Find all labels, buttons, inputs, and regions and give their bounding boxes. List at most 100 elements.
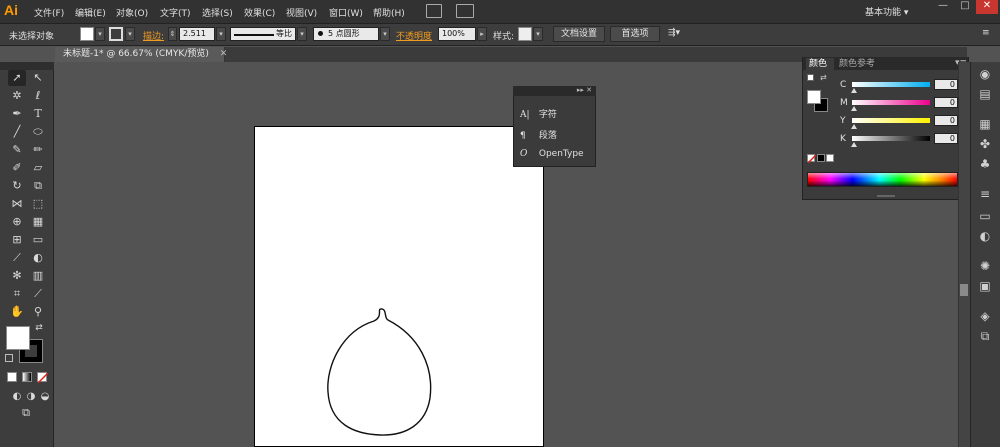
channel-m-value[interactable]: 0 <box>934 97 958 108</box>
menu-view[interactable]: 视图(V) <box>286 6 317 19</box>
panel-item-paragraph[interactable]: ¶ 段落 <box>520 128 557 141</box>
color-panel-fill-box[interactable] <box>807 90 821 104</box>
hand-tool[interactable]: ✋ <box>8 304 26 320</box>
gradient-mode-icon[interactable] <box>22 372 32 382</box>
none-swatch-icon[interactable] <box>807 154 816 163</box>
channel-y-slider[interactable] <box>852 118 930 123</box>
paintbrush-tool[interactable]: ✎ <box>8 142 26 158</box>
bridge-icon[interactable] <box>426 4 442 18</box>
artboard-tool[interactable]: ⌗ <box>8 286 26 302</box>
arrange-documents-icon[interactable] <box>456 4 474 18</box>
shape-builder-tool[interactable]: ⊕ <box>8 214 26 230</box>
width-tool[interactable]: ⋈ <box>8 196 26 212</box>
appearance-icon[interactable]: ✺ <box>976 258 994 274</box>
swap-fill-stroke-icon[interactable]: ⇄ <box>33 322 45 334</box>
tools-panel-grip[interactable] <box>0 62 54 70</box>
channel-k-slider[interactable] <box>852 136 930 141</box>
stroke-swatch[interactable] <box>109 27 123 41</box>
gradient-panel-icon[interactable]: ▭ <box>976 208 994 224</box>
artboards-icon[interactable]: ⧉ <box>976 328 994 344</box>
color-panel-resize-grip[interactable] <box>877 195 895 197</box>
channel-m-handle[interactable] <box>851 106 857 111</box>
ellipse-tool[interactable]: ⬭ <box>29 124 47 140</box>
menu-select[interactable]: 选择(S) <box>202 6 233 19</box>
brush-field[interactable]: 5 点圆形 <box>313 27 379 41</box>
style-dropdown[interactable]: ▾ <box>533 27 543 41</box>
symbols-icon[interactable]: ♣ <box>976 156 994 172</box>
fill-dropdown[interactable]: ▾ <box>95 27 105 41</box>
none-mode-icon[interactable] <box>37 372 48 383</box>
menu-file[interactable]: 文件(F) <box>34 6 64 19</box>
default-colors-icon[interactable] <box>5 354 13 362</box>
gradient-tool[interactable]: ▭ <box>29 232 47 248</box>
panel-item-character[interactable]: A| 字符 <box>520 107 557 120</box>
align-options-icon[interactable]: ⇶▾ <box>668 28 680 38</box>
type-tool[interactable]: T <box>29 106 47 122</box>
screen-mode-icon[interactable]: ⧉ <box>16 405 36 421</box>
stroke-dropdown[interactable]: ▾ <box>125 27 135 41</box>
draw-inside-icon[interactable]: ◒ <box>36 389 54 405</box>
line-segment-tool[interactable]: ╱ <box>8 124 26 140</box>
channel-c-slider[interactable] <box>852 82 930 87</box>
opacity-field[interactable]: 100% <box>438 27 476 41</box>
transparency-icon[interactable]: ◐ <box>976 228 994 244</box>
workspace-switcher[interactable]: 基本功能 ▾ <box>865 5 908 18</box>
stroke-label[interactable]: 描边: <box>143 29 164 42</box>
black-swatch[interactable] <box>817 154 825 162</box>
panel-menu-icon[interactable]: ≡ <box>982 28 990 38</box>
swatches-icon[interactable]: ▦ <box>976 116 994 132</box>
vertical-scrollbar[interactable] <box>958 62 970 447</box>
channel-k-value[interactable]: 0 <box>934 133 958 144</box>
layers-icon[interactable]: ◈ <box>976 308 994 324</box>
eyedropper-tool[interactable]: ⟋ <box>8 250 26 266</box>
close-window-button[interactable]: ✕ <box>976 0 998 14</box>
menu-type[interactable]: 文字(T) <box>160 6 191 19</box>
close-tab-icon[interactable]: ✕ <box>220 49 228 59</box>
type-panel-header[interactable]: ▸▸ ✕ <box>513 86 596 96</box>
drawn-shape[interactable] <box>254 126 544 447</box>
blob-brush-tool[interactable]: ✐ <box>8 160 26 176</box>
preferences-button[interactable]: 首选项 <box>610 26 660 42</box>
tab-color-guide[interactable]: 颜色参考 <box>839 58 875 70</box>
opacity-label[interactable]: 不透明度 <box>396 29 432 42</box>
column-graph-tool[interactable]: ▥ <box>29 268 47 284</box>
channel-k-handle[interactable] <box>851 142 857 147</box>
channel-c-handle[interactable] <box>851 88 857 93</box>
opacity-dropdown[interactable]: ▸ <box>477 27 487 41</box>
style-swatch[interactable] <box>518 27 532 41</box>
direct-selection-tool[interactable]: ↖ <box>29 70 47 86</box>
zoom-tool[interactable]: ⚲ <box>29 304 47 320</box>
panel-item-opentype[interactable]: O OpenType <box>520 149 584 159</box>
pen-tool[interactable]: ✒ <box>8 106 26 122</box>
graphic-styles-icon[interactable]: ▣ <box>976 278 994 294</box>
mini-swap-icon[interactable]: ⇄ <box>820 73 827 82</box>
scrollbar-thumb[interactable] <box>960 284 968 296</box>
free-transform-tool[interactable]: ⬚ <box>29 196 47 212</box>
tab-color[interactable]: 颜色 <box>806 58 834 70</box>
stroke-weight-dropdown[interactable]: ▾ <box>216 27 226 41</box>
white-swatch[interactable] <box>826 154 834 162</box>
eraser-tool[interactable]: ▱ <box>29 160 47 176</box>
document-tab[interactable]: 未标题-1* @ 66.67% (CMYK/预览) ✕ <box>55 47 228 62</box>
blend-tool[interactable]: ◐ <box>29 250 47 266</box>
lasso-tool[interactable]: ℓ <box>29 88 47 104</box>
color-mode-icon[interactable] <box>7 372 17 382</box>
magic-wand-tool[interactable]: ✲ <box>8 88 26 104</box>
brushes-icon[interactable]: ✤ <box>976 136 994 152</box>
stroke-profile-dropdown[interactable]: ▾ <box>297 27 307 41</box>
mini-fill-icon[interactable] <box>807 74 814 81</box>
fill-swatch[interactable] <box>80 27 94 41</box>
stroke-profile-field[interactable]: 等比 <box>230 27 296 41</box>
scale-tool[interactable]: ⧉ <box>29 178 47 194</box>
minimize-button[interactable]: — <box>932 0 954 14</box>
color-palette-icon[interactable]: ◉ <box>976 66 994 82</box>
channel-y-handle[interactable] <box>851 124 857 129</box>
brush-dropdown[interactable]: ▾ <box>380 27 390 41</box>
mesh-tool[interactable]: ⊞ <box>8 232 26 248</box>
channel-m-slider[interactable] <box>852 100 930 105</box>
selection-tool[interactable]: ➚ <box>8 70 26 86</box>
channel-y-value[interactable]: 0 <box>934 115 958 126</box>
stroke-panel-icon[interactable]: ≡ <box>976 186 994 202</box>
maximize-button[interactable]: □ <box>954 0 976 14</box>
stroke-weight-stepper[interactable]: ⇕ <box>168 27 177 41</box>
